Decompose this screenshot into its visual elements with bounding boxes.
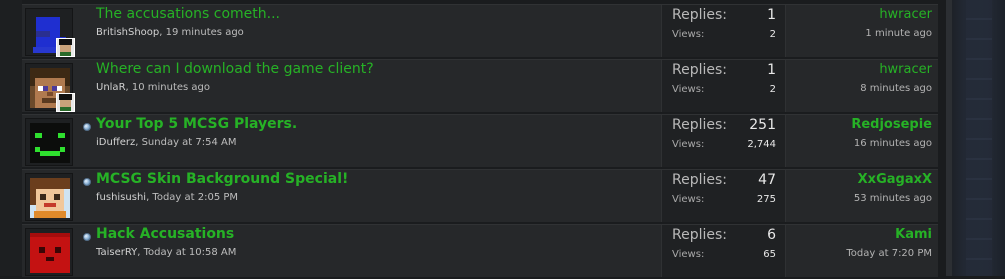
last-post-user-link[interactable]: XxGagaxX: [858, 172, 932, 187]
thread-starter-link[interactable]: TaiserRY: [96, 247, 137, 258]
thread-start-time: , 19 minutes ago: [159, 27, 244, 38]
cartoon-character-avatar[interactable]: [30, 178, 70, 218]
decorative-pillar: [966, 0, 992, 276]
views-count: 275: [756, 194, 776, 205]
green-smiley-avatar[interactable]: [30, 123, 70, 163]
views-count: 65: [763, 249, 776, 260]
last-post-time-link[interactable]: Today at 7:20 PM: [846, 248, 932, 259]
last-post-user-link[interactable]: hwracer: [879, 62, 932, 77]
thread-meta: TaiserRY, Today at 10:58 AM: [96, 247, 236, 258]
replies-label: Replies:: [672, 172, 728, 188]
views-label: Views:: [672, 84, 705, 95]
red-block-avatar[interactable]: [30, 233, 70, 273]
left-gutter: [0, 0, 22, 276]
thread-start-time: , Sunday at 7:54 AM: [135, 137, 237, 148]
replies-label: Replies:: [672, 7, 728, 23]
thread-title-link[interactable]: Where can I download the game client?: [96, 61, 374, 77]
thread-starter-link[interactable]: iDufferz: [96, 137, 135, 148]
content-border: [946, 0, 952, 276]
staff-badge-icon: [56, 38, 75, 57]
thread-stats: Replies: 251 Views: 2,744: [661, 115, 786, 167]
last-post-user-link[interactable]: Redjosepie: [851, 117, 932, 132]
thread-row: Where can I download the game client? Un…: [22, 59, 938, 112]
avatar-frame[interactable]: [25, 63, 75, 112]
avatar-frame[interactable]: [25, 118, 73, 166]
background-decoration: [946, 0, 1005, 276]
avatar-frame[interactable]: [25, 8, 75, 57]
thread-stats: Replies: 47 Views: 275: [661, 170, 786, 222]
sticky-thread-icon: [83, 178, 91, 186]
thread-row: Your Top 5 MCSG Players. iDufferz, Sunda…: [22, 114, 938, 167]
staff-badge-icon: [56, 93, 75, 112]
views-count: 2,744: [747, 139, 776, 150]
last-post-time-link[interactable]: 53 minutes ago: [854, 193, 932, 204]
last-post-time-link[interactable]: 1 minute ago: [865, 28, 932, 39]
thread-start-time: , Today at 2:05 PM: [146, 192, 239, 203]
replies-label: Replies:: [672, 62, 728, 78]
last-post-user-link[interactable]: hwracer: [879, 7, 932, 22]
thread-meta: UnlaR, 10 minutes ago: [96, 82, 210, 93]
thread-stats: Replies: 1 Views: 2: [661, 5, 786, 57]
thread-row: Hack Accusations TaiserRY, Today at 10:5…: [22, 224, 938, 277]
views-label: Views:: [672, 139, 705, 150]
sticky-thread-icon: [83, 123, 91, 131]
thread-list: The accusations cometh... BritishShoop, …: [22, 4, 938, 279]
thread-stats: Replies: 6 Views: 65: [661, 225, 786, 277]
replies-count: 1: [767, 7, 776, 23]
last-post-user-link[interactable]: Kami: [895, 227, 932, 242]
thread-meta: fushisushi, Today at 2:05 PM: [96, 192, 238, 203]
avatar-frame[interactable]: [25, 173, 73, 221]
avatar-frame[interactable]: [25, 228, 73, 276]
thread-starter-link[interactable]: UnlaR: [96, 82, 126, 93]
last-post-time-link[interactable]: 8 minutes ago: [860, 83, 932, 94]
thread-meta: iDufferz, Sunday at 7:54 AM: [96, 137, 237, 148]
replies-label: Replies:: [672, 117, 728, 133]
thread-title-link[interactable]: MCSG Skin Background Special!: [96, 171, 348, 187]
thread-title-link[interactable]: Your Top 5 MCSG Players.: [96, 116, 297, 132]
thread-start-time: , Today at 10:58 AM: [137, 247, 237, 258]
thread-title-link[interactable]: The accusations cometh...: [96, 6, 280, 22]
thread-row: MCSG Skin Background Special! fushisushi…: [22, 169, 938, 222]
views-count: 2: [769, 29, 776, 40]
last-post-time-link[interactable]: 16 minutes ago: [854, 138, 932, 149]
views-count: 2: [769, 84, 776, 95]
views-label: Views:: [672, 194, 705, 205]
replies-label: Replies:: [672, 227, 728, 243]
replies-count: 1: [767, 62, 776, 78]
thread-meta: BritishShoop, 19 minutes ago: [96, 27, 244, 38]
sticky-thread-icon: [83, 233, 91, 241]
thread-row: The accusations cometh... BritishShoop, …: [22, 4, 938, 57]
thread-starter-link[interactable]: BritishShoop: [96, 27, 159, 38]
replies-count: 251: [749, 117, 776, 133]
thread-stats: Replies: 1 Views: 2: [661, 60, 786, 112]
replies-count: 6: [767, 227, 776, 243]
thread-start-time: , 10 minutes ago: [125, 82, 211, 93]
thread-title-link[interactable]: Hack Accusations: [96, 226, 234, 242]
views-label: Views:: [672, 29, 705, 40]
thread-starter-link[interactable]: fushisushi: [96, 192, 146, 203]
views-label: Views:: [672, 249, 705, 260]
replies-count: 47: [758, 172, 776, 188]
